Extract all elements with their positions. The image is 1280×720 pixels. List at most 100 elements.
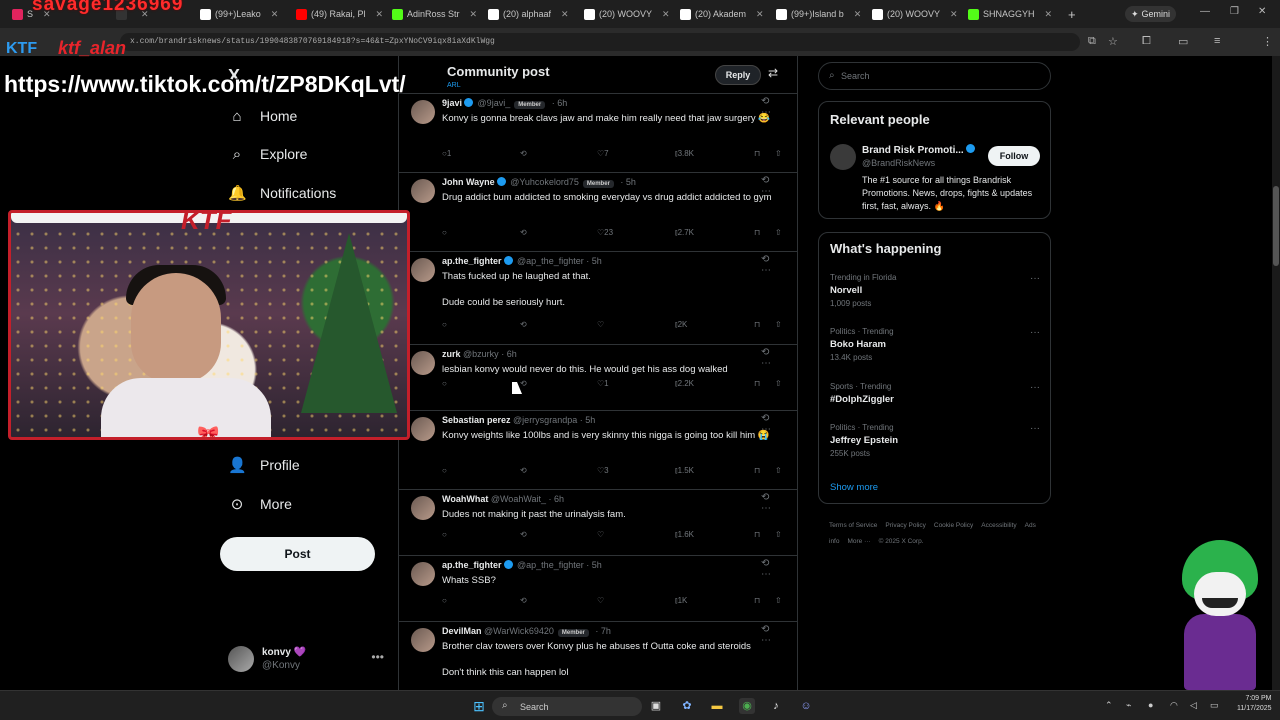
sidebar-icon[interactable]: ▭ <box>1178 35 1188 48</box>
tweet-handle[interactable]: @WarWick69420 <box>484 626 554 636</box>
taskbar-search[interactable]: ⌕ Search <box>492 697 642 716</box>
bookmark-icon[interactable]: ⊓ <box>754 466 760 475</box>
tab-close-icon[interactable]: ✕ <box>662 9 670 20</box>
tweet-author[interactable]: ap.the_fighter <box>442 560 502 570</box>
avatar[interactable] <box>830 144 856 170</box>
tweet-time[interactable]: · 7h <box>595 626 611 636</box>
retweet-action[interactable]: ⟲ <box>520 228 527 237</box>
tweet-author[interactable]: WoahWhat <box>442 494 488 504</box>
extensions-icon[interactable]: ⧠ <box>1142 35 1151 48</box>
bookmark-icon[interactable]: ⊓ <box>754 228 760 237</box>
avatar[interactable] <box>411 417 435 441</box>
views-action[interactable]: ⫾ 1.6K <box>675 530 694 540</box>
share-icon[interactable]: ⇧ <box>775 228 782 237</box>
install-app-icon[interactable]: ⧉ <box>1088 35 1096 48</box>
volume-icon[interactable]: ◁ <box>1190 700 1197 711</box>
bookmark-icon[interactable]: ⊓ <box>754 379 760 388</box>
retweet-action[interactable]: ⟲ <box>520 530 527 539</box>
tweet-time[interactable]: · 6h <box>549 494 565 504</box>
tweet-handle[interactable]: @9javi_ <box>478 98 511 108</box>
tweet[interactable]: ap.the_fighter @ap_the_fighter · 5h ⟲ ⋯ Th… <box>399 252 797 345</box>
tweet-author[interactable]: Sebastian perez <box>442 415 511 425</box>
retweet-action[interactable]: ⟲ <box>520 466 527 475</box>
bookmark-icon[interactable]: ⊓ <box>754 320 760 329</box>
reply-action[interactable]: ○ <box>442 320 447 329</box>
footer-link[interactable]: Accessibility <box>981 522 1016 529</box>
avatar[interactable] <box>411 496 435 520</box>
tweet-handle[interactable]: @bzurky <box>463 349 499 359</box>
bookmark-icon[interactable]: ⊓ <box>754 149 760 158</box>
show-more-link[interactable]: Show more <box>830 482 878 493</box>
tweet[interactable]: 9javi @9javi_ Member · 6h ⟲ ⋯ Konvy is gonn… <box>399 94 797 173</box>
share-icon[interactable]: ⇧ <box>775 379 782 388</box>
kebab-menu-icon[interactable]: ⋮ <box>1262 35 1273 48</box>
reply-action[interactable]: ○ <box>442 596 447 605</box>
avatar[interactable] <box>411 562 435 586</box>
tab-close-icon[interactable]: ✕ <box>950 9 958 20</box>
like-action[interactable]: ♡ 7 <box>597 149 609 158</box>
footer-link[interactable]: More ··· <box>847 538 870 545</box>
nav-home[interactable]: ⌂ Home <box>228 103 297 129</box>
share-icon[interactable]: ⇧ <box>775 149 782 158</box>
retweet-action[interactable]: ⟲ <box>520 596 527 605</box>
chevron-up-icon[interactable]: ⌃ <box>1105 700 1113 711</box>
share-icon[interactable]: ⇧ <box>775 530 782 539</box>
bookmark-icon[interactable]: ⊓ <box>754 596 760 605</box>
task-view-icon[interactable]: ▣ <box>648 698 664 714</box>
browser-tab[interactable]: (20) WOOVY ✕ <box>584 5 676 23</box>
tweet-handle[interactable]: @ap_the_fighter <box>517 560 584 570</box>
tweet[interactable]: WoahWhat @WoahWait_ · 6h ⟲ ⋯ Dudes not mak… <box>399 490 797 556</box>
battery-icon[interactable]: ▭ <box>1210 700 1219 711</box>
bookmark-star-icon[interactable]: ☆ <box>1108 35 1118 48</box>
trend-item[interactable]: Sports · Trending #DolphZiggler ··· <box>830 382 1040 408</box>
like-action[interactable]: ♡ <box>597 320 604 329</box>
avatar[interactable] <box>411 179 435 203</box>
browser-tab[interactable]: (49) Rakai, Pl ✕ <box>296 5 388 23</box>
wifi-icon[interactable]: ◠ <box>1170 700 1178 711</box>
tray-app-icon[interactable]: ● <box>1148 700 1153 710</box>
like-action[interactable]: ♡ 3 <box>597 466 609 475</box>
reply-action[interactable]: ○ 1 <box>442 149 451 158</box>
tweet-author[interactable]: zurk <box>442 349 461 359</box>
copilot-icon[interactable]: ✿ <box>679 698 695 714</box>
avatar[interactable] <box>411 258 435 282</box>
filter-icon[interactable]: ⇄ <box>768 66 778 80</box>
browser-tab[interactable]: SHNAGGYH ✕ <box>968 5 1060 23</box>
follow-button[interactable]: Follow <box>988 146 1040 166</box>
retweet-action[interactable]: ⟲ <box>520 320 527 329</box>
chrome-icon[interactable]: ◉ <box>739 698 755 714</box>
retweet-action[interactable]: ⟲ <box>520 149 527 158</box>
trend-more-icon[interactable]: ··· <box>1030 423 1040 434</box>
reply-action[interactable]: ○ <box>442 379 447 388</box>
tweet-time[interactable]: · 6h <box>501 349 517 359</box>
avatar[interactable] <box>411 351 435 375</box>
tweet-time[interactable]: · 5h <box>620 177 636 187</box>
avatar[interactable] <box>411 100 435 124</box>
tweet[interactable]: zurk @bzurky · 6h ⟲ ⋯ lesbian konvy would … <box>399 345 797 411</box>
tweet-handle[interactable]: @jerrysgrandpa <box>513 415 577 425</box>
tweet-author[interactable]: 9javi <box>442 98 462 108</box>
tweet-author[interactable]: John Wayne <box>442 177 495 187</box>
footer-link[interactable]: Terms of Service <box>829 522 877 529</box>
views-action[interactable]: ⫾ 1K <box>675 596 687 606</box>
trend-more-icon[interactable]: ··· <box>1030 382 1040 393</box>
views-action[interactable]: ⫾ 1.5K <box>675 466 694 476</box>
reply-action[interactable]: ○ <box>442 466 447 475</box>
like-action[interactable]: ♡ 23 <box>597 228 613 237</box>
tweet-handle[interactable]: @Yuhcokelord75 <box>510 177 579 187</box>
tweet-author[interactable]: ap.the_fighter <box>442 256 502 266</box>
tab-close-icon[interactable]: ✕ <box>376 9 384 20</box>
tab-close-icon[interactable]: ✕ <box>756 9 764 20</box>
views-action[interactable]: ⫾ 3.8K <box>675 149 694 159</box>
post-button[interactable]: Post <box>220 537 375 571</box>
browser-tab[interactable]: (99+)Island b ✕ <box>776 5 868 23</box>
nav-explore[interactable]: ⌕ Explore <box>228 141 308 167</box>
tweet[interactable]: Sebastian perez @jerrysgrandpa · 5h ⟲ ⋯ Ko… <box>399 411 797 490</box>
reply-action[interactable]: ○ <box>442 530 447 539</box>
search-input[interactable]: ⌕ Search <box>818 62 1051 90</box>
tweet-handle[interactable]: @WoahWait_ <box>491 494 546 504</box>
tweet-handle[interactable]: @ap_the_fighter <box>517 256 584 266</box>
clock[interactable]: 7:09 PM 11/17/2025 <box>1237 694 1272 714</box>
account-switcher[interactable]: konvy 💜 @Konvy ••• <box>228 644 388 674</box>
like-action[interactable]: ♡ <box>597 596 604 605</box>
